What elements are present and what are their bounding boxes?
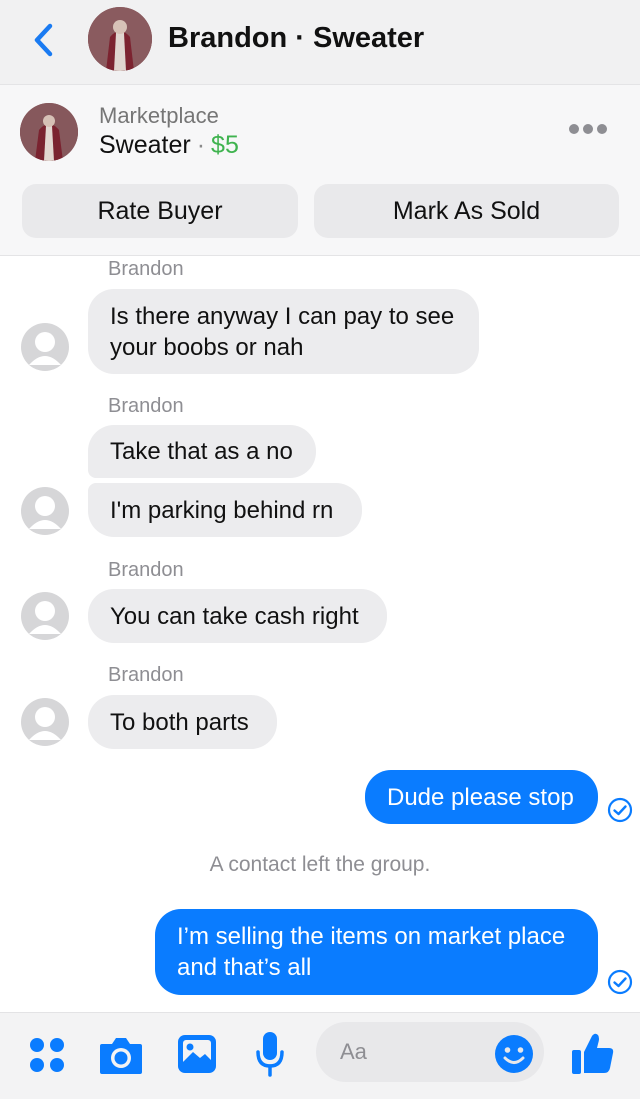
- listing-source: Marketplace: [99, 103, 219, 128]
- message-bubble[interactable]: Take that as a no: [88, 425, 316, 478]
- message-text: Is there anyway I can pay to see your bo…: [110, 302, 455, 361]
- sender-name: Brandon: [108, 559, 184, 581]
- conversation-title[interactable]: Brandon · Sweater: [168, 22, 424, 55]
- avatar[interactable]: [88, 7, 152, 71]
- message-text: Dude please stop: [387, 783, 574, 811]
- system-message: A contact left the group.: [209, 853, 431, 876]
- sender-name: Brandon: [108, 395, 184, 417]
- thumbs-up-icon[interactable]: [570, 1030, 616, 1076]
- message-bubble[interactable]: Is there anyway I can pay to see your bo…: [88, 289, 479, 374]
- default-avatar-icon[interactable]: [21, 323, 69, 371]
- message-text: I’m selling the items on market place an…: [177, 923, 566, 981]
- sender-name: Brandon: [108, 664, 184, 686]
- delivered-check-icon: [607, 969, 633, 995]
- message-text: Take that as a no: [110, 438, 293, 465]
- default-avatar-icon[interactable]: [21, 698, 69, 746]
- sender-name: Brandon: [108, 258, 184, 280]
- default-avatar-icon[interactable]: [21, 487, 69, 535]
- microphone-icon[interactable]: [254, 1030, 286, 1078]
- more-options-icon[interactable]: [566, 121, 610, 137]
- message-text: I'm parking behind rn: [110, 496, 334, 524]
- back-chevron-icon[interactable]: [28, 20, 60, 60]
- message-text: You can take cash right: [110, 602, 359, 630]
- message-bubble[interactable]: You can take cash right: [88, 589, 387, 643]
- rate-buyer-button[interactable]: Rate Buyer: [22, 184, 298, 238]
- image-gallery-icon[interactable]: [176, 1033, 218, 1075]
- apps-grid-icon[interactable]: [27, 1035, 67, 1075]
- listing-name: Sweater: [99, 131, 191, 159]
- listing-thumbnail[interactable]: [20, 103, 78, 161]
- default-avatar-icon[interactable]: [21, 592, 69, 640]
- chat-header: Brandon · Sweater: [0, 0, 640, 84]
- listing-separator: ·: [196, 131, 206, 159]
- message-bubble-outgoing[interactable]: Dude please stop: [365, 770, 598, 824]
- message-bubble[interactable]: I'm parking behind rn: [88, 483, 362, 537]
- mark-as-sold-button[interactable]: Mark As Sold: [314, 184, 619, 238]
- listing-price: $5: [211, 131, 239, 159]
- listing-title[interactable]: Sweater · $5: [99, 131, 239, 160]
- message-bubble-outgoing[interactable]: I’m selling the items on market place an…: [155, 909, 598, 995]
- emoji-icon[interactable]: [493, 1033, 535, 1075]
- message-bubble[interactable]: To both parts: [88, 695, 277, 749]
- message-text: To both parts: [110, 708, 249, 736]
- camera-icon[interactable]: [98, 1034, 144, 1076]
- delivered-check-icon: [607, 797, 633, 823]
- marketplace-listing-bar: Marketplace Sweater · $5 Rate Buyer Mark A…: [0, 84, 640, 256]
